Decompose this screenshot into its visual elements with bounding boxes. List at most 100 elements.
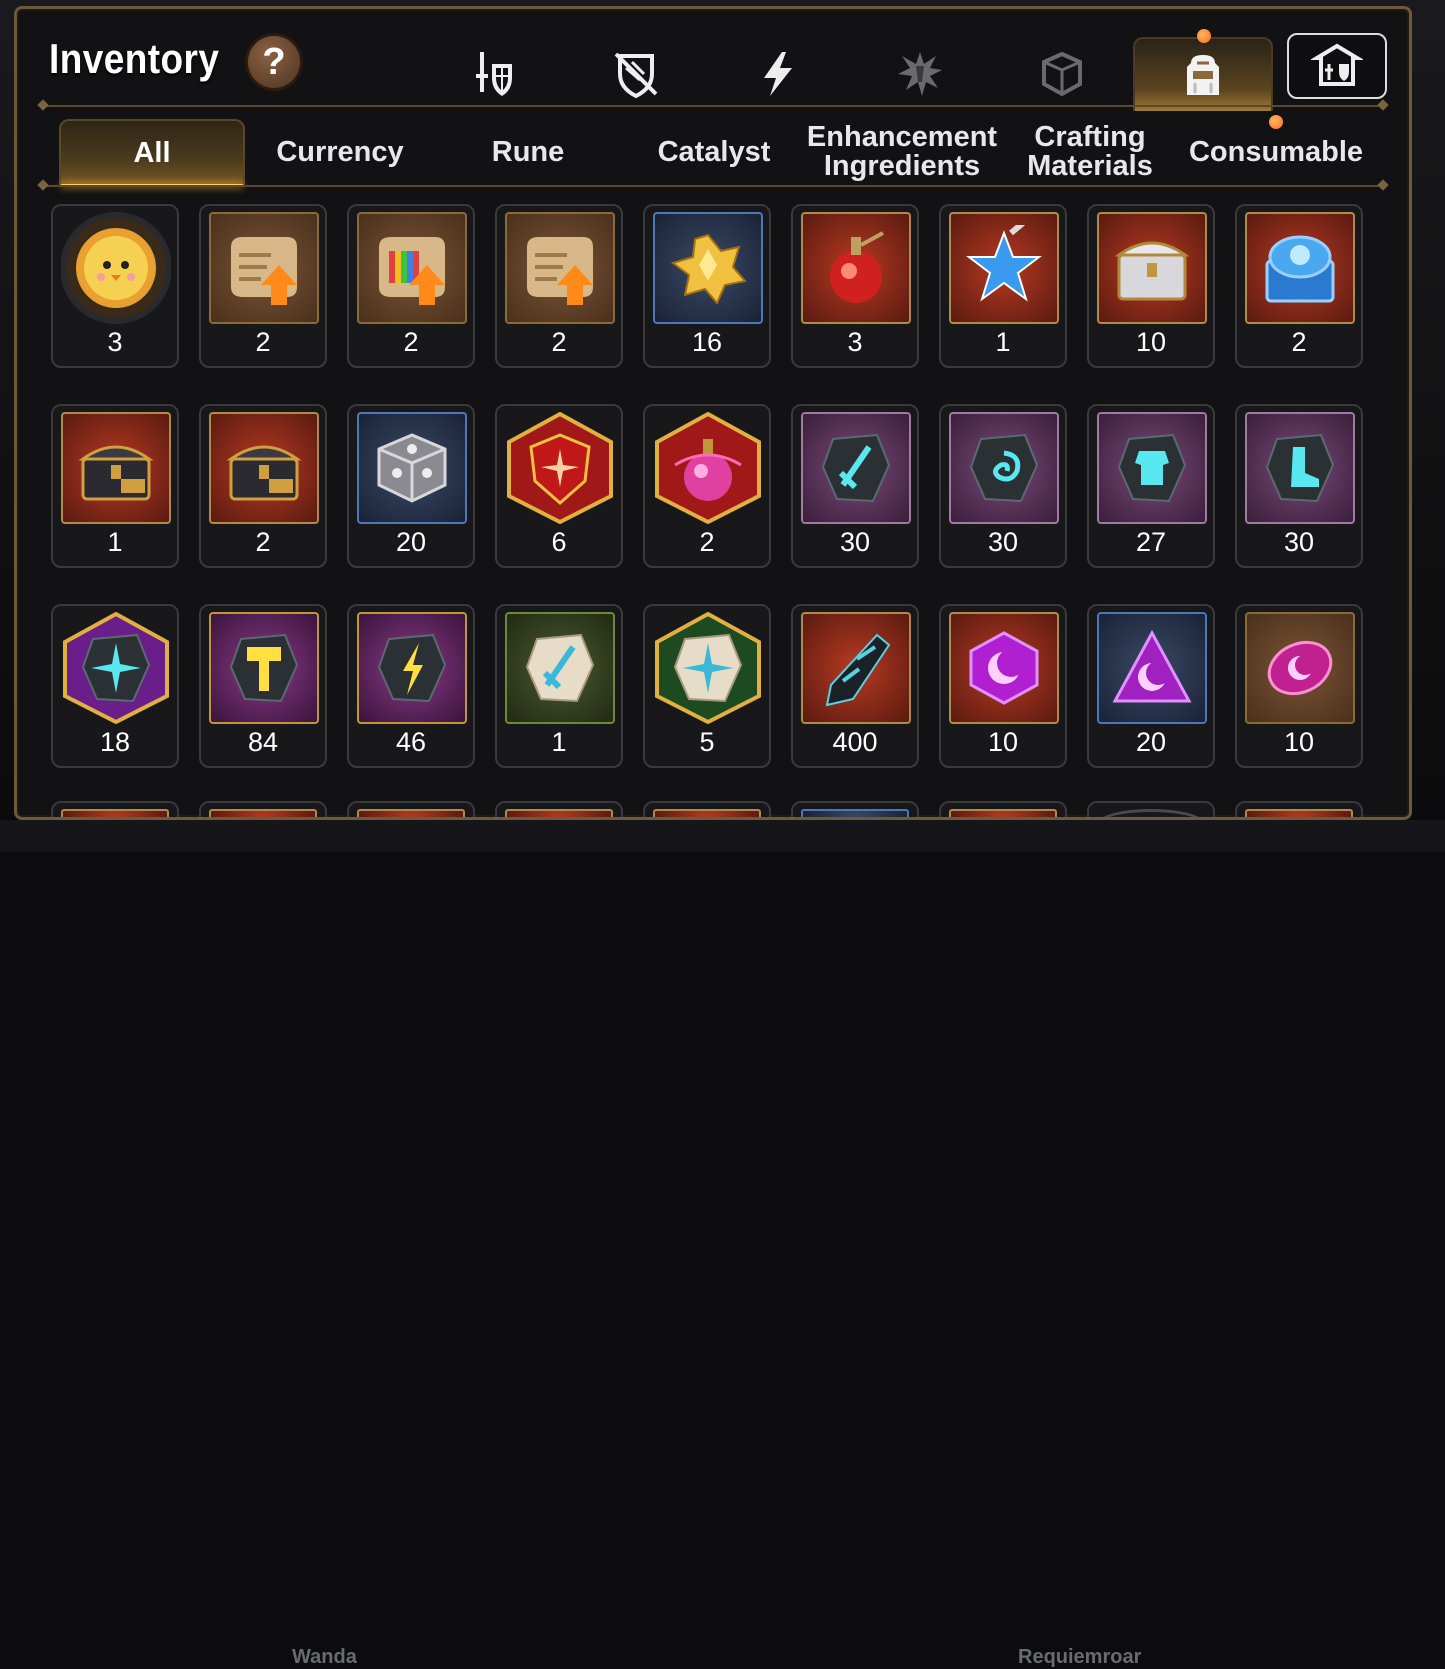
- spiral-rune-stone-icon: [969, 433, 1039, 503]
- item-slot[interactable]: 20: [347, 404, 475, 568]
- item-frame: [209, 412, 319, 524]
- broken-shield-icon: [614, 52, 658, 99]
- item-slot[interactable]: 10: [1087, 204, 1215, 368]
- item-frame: [949, 412, 1059, 524]
- item-count: 30: [1283, 527, 1315, 557]
- item-count: 5: [699, 727, 715, 757]
- subtab-all[interactable]: All: [59, 119, 245, 187]
- subtab-enhancement-ingredients[interactable]: Enhancement Ingredients: [807, 119, 997, 185]
- item-slot[interactable]: 2: [199, 204, 327, 368]
- item-count: 20: [395, 527, 427, 557]
- item-slot[interactable]: 30: [791, 404, 919, 568]
- item-frame: [801, 212, 911, 324]
- help-button[interactable]: ?: [245, 33, 303, 91]
- item-slot[interactable]: 20: [1087, 604, 1215, 768]
- item-slot[interactable]: 46: [347, 604, 475, 768]
- item-slot-partial[interactable]: [51, 801, 179, 817]
- item-count: 3: [847, 327, 863, 357]
- item-slot[interactable]: 27: [1087, 404, 1215, 568]
- header-divider: [43, 105, 1383, 107]
- tab-equipment[interactable]: [435, 37, 553, 111]
- item-slot[interactable]: 30: [1235, 404, 1363, 568]
- hammer-rune-stone-icon: [229, 633, 299, 703]
- item-slot-partial[interactable]: [347, 801, 475, 817]
- item-frame: [1245, 212, 1355, 324]
- sword-shield-icon: [476, 52, 512, 96]
- item-slot[interactable]: 1: [495, 604, 623, 768]
- silver-gold-chest-icon: [1114, 241, 1190, 301]
- item-frame: [209, 212, 319, 324]
- blue-glowing-chest-icon: [1265, 235, 1335, 303]
- item-frame: [61, 612, 171, 724]
- moon-hexagon-gem-icon: [969, 631, 1039, 705]
- item-slot[interactable]: 2: [495, 204, 623, 368]
- item-count: 84: [247, 727, 279, 757]
- subtab-divider: [43, 185, 1383, 187]
- item-frame: [1097, 412, 1207, 524]
- dark-crystal-shard-icon: [825, 633, 891, 707]
- item-slot[interactable]: 400: [791, 604, 919, 768]
- item-frame: [357, 412, 467, 524]
- item-slot[interactable]: 3: [51, 204, 179, 368]
- item-slot[interactable]: 2: [347, 204, 475, 368]
- item-frame: [1245, 612, 1355, 724]
- item-count: 2: [699, 527, 715, 557]
- item-slot[interactable]: 6: [495, 404, 623, 568]
- item-frame: [209, 612, 319, 724]
- item-frame: [1097, 212, 1207, 324]
- item-slot[interactable]: 10: [939, 604, 1067, 768]
- item-count: 20: [1135, 727, 1167, 757]
- golden-crystal-cluster-icon: [670, 233, 747, 305]
- item-frame: [357, 212, 467, 324]
- lightning-icon: [764, 52, 792, 96]
- subtab-crafting-materials[interactable]: Crafting Materials: [997, 119, 1183, 185]
- item-slot[interactable]: 2: [199, 404, 327, 568]
- background-roster-strip: Wanda Requiemroar: [0, 820, 1445, 1668]
- item-count: 2: [255, 527, 271, 557]
- item-slot[interactable]: 1: [939, 204, 1067, 368]
- item-slot[interactable]: 84: [199, 604, 327, 768]
- subtab-currency[interactable]: Currency: [247, 119, 433, 185]
- item-slot[interactable]: 1: [51, 404, 179, 568]
- bolt-rune-stone-icon: [377, 633, 447, 703]
- item-slot[interactable]: 2: [1235, 204, 1363, 368]
- tab-inventory[interactable]: [1133, 37, 1273, 111]
- item-frame: [357, 612, 467, 724]
- red-gem-shield-icon: [529, 433, 591, 505]
- item-count: 10: [1135, 327, 1167, 357]
- cube-icon: [1042, 51, 1082, 97]
- armor-rune-stone-icon: [1117, 433, 1187, 503]
- tab-skills[interactable]: [719, 37, 837, 111]
- item-slot[interactable]: 10: [1235, 604, 1363, 768]
- item-count: 10: [987, 727, 1019, 757]
- item-slot[interactable]: 5: [643, 604, 771, 768]
- item-slot-partial[interactable]: [495, 801, 623, 817]
- item-count: 2: [255, 327, 271, 357]
- item-slot[interactable]: 30: [939, 404, 1067, 568]
- cross-rune-stone-icon: [81, 633, 151, 703]
- item-count: 1: [107, 527, 123, 557]
- tab-cubes[interactable]: [1003, 37, 1121, 111]
- item-count: 10: [1283, 727, 1315, 757]
- item-count: 6: [551, 527, 567, 557]
- tab-defense[interactable]: [577, 37, 695, 111]
- item-slot-partial[interactable]: [1235, 801, 1363, 817]
- item-slot-partial[interactable]: [939, 801, 1067, 817]
- subtab-catalyst[interactable]: Catalyst: [621, 119, 807, 185]
- item-slot[interactable]: 3: [791, 204, 919, 368]
- moon-oval-gem-icon: [1267, 640, 1333, 696]
- item-slot-partial[interactable]: [643, 801, 771, 817]
- item-slot-partial[interactable]: [791, 801, 919, 817]
- item-slot-partial[interactable]: [199, 801, 327, 817]
- subtab-rune[interactable]: Rune: [435, 119, 621, 185]
- item-count: 2: [403, 327, 419, 357]
- item-slot[interactable]: 16: [643, 204, 771, 368]
- tab-guild[interactable]: [1287, 33, 1387, 99]
- background-hero-name: Requiemroar: [1018, 1646, 1142, 1668]
- tab-emblems[interactable]: [861, 37, 979, 111]
- item-slot-partial[interactable]: [1087, 801, 1215, 817]
- item-slot[interactable]: 18: [51, 604, 179, 768]
- item-count: 46: [395, 727, 427, 757]
- item-count: 2: [1291, 327, 1307, 357]
- item-slot[interactable]: 2: [643, 404, 771, 568]
